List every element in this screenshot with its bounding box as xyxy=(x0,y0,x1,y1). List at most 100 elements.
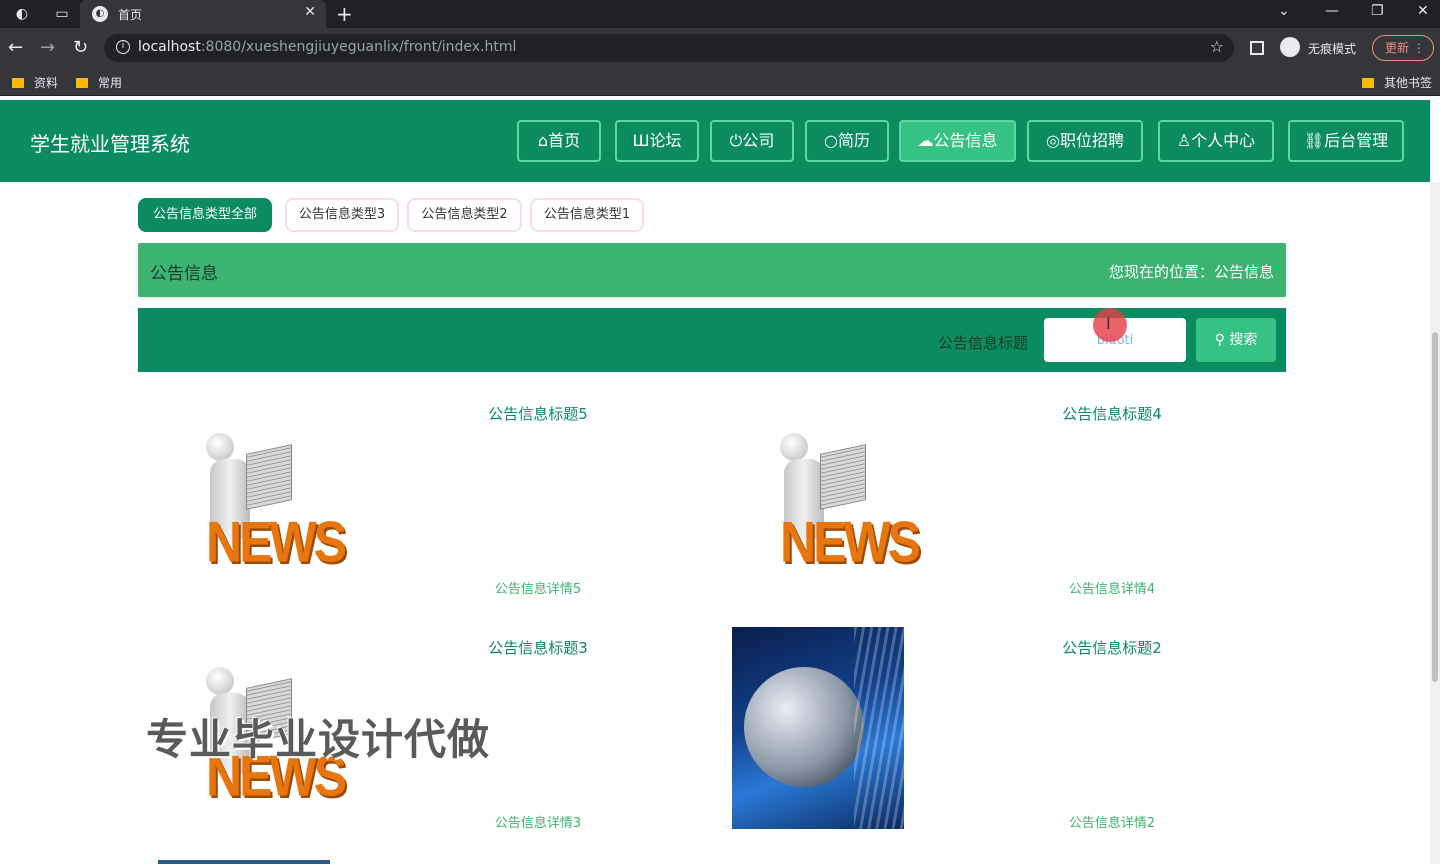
next-card-thumbnail-edge xyxy=(158,860,330,864)
nav-item[interactable]: ⌂首页 xyxy=(517,120,601,162)
link-icon: ⛓ xyxy=(1303,131,1325,150)
notice-title[interactable]: 公告信息标题4 xyxy=(992,403,1232,424)
nav-item[interactable]: ♙个人中心 xyxy=(1158,120,1274,162)
browser-toolbar: ← → ↻ i localhost:8080/xueshengjiuyeguan… xyxy=(0,28,1440,68)
reload-icon[interactable]: ↻ xyxy=(73,37,88,58)
nav-item[interactable]: ◎职位招聘 xyxy=(1027,120,1143,162)
nav-item[interactable]: ○简历 xyxy=(805,120,889,162)
section-title: 公告信息 xyxy=(150,264,218,284)
globe-icon[interactable]: ◐ xyxy=(12,4,32,24)
other-bookmarks-label: 其他书签 xyxy=(1384,76,1433,90)
close-icon[interactable]: ✕ xyxy=(304,4,316,20)
browser-tab[interactable]: ◐ 首页 ✕ xyxy=(80,0,326,28)
power-icon: ⏻ xyxy=(729,131,743,150)
bookmark-label: 常用 xyxy=(98,76,123,90)
nav-item-label: 后台管理 xyxy=(1324,131,1389,150)
bookmark-folder[interactable]: 常用 xyxy=(76,74,122,91)
newspaper-graphic xyxy=(820,444,866,510)
url-text: localhost:8080/xueshengjiuyeguanlix/fron… xyxy=(138,39,516,55)
page-scrollbar[interactable] xyxy=(1430,182,1440,864)
category-filter-button[interactable]: 公告信息类型3 xyxy=(285,198,399,232)
update-label: 更新 xyxy=(1385,41,1410,55)
user-icon: ♙ xyxy=(1176,131,1192,150)
incognito-icon xyxy=(1280,37,1300,57)
other-bookmarks[interactable]: 其他书签 xyxy=(1362,74,1432,91)
nav-item-label: 职位招聘 xyxy=(1059,131,1124,150)
notice-title[interactable]: 公告信息标题5 xyxy=(418,403,658,424)
figure-head xyxy=(206,667,234,695)
search-label: 公告信息标题 xyxy=(938,334,1029,352)
notice-thumbnail[interactable]: NEWS xyxy=(732,393,921,595)
notice-card[interactable]: 公告信息标题2 公告信息详情2 xyxy=(732,627,1306,847)
globe-icon: ◐ xyxy=(92,6,108,22)
nav-item[interactable]: ⛓后台管理 xyxy=(1288,120,1404,162)
category-filter-button[interactable]: 公告信息类型2 xyxy=(407,198,522,232)
figure-head xyxy=(780,433,808,461)
chevron-down-icon[interactable]: ⌄ xyxy=(1278,3,1290,19)
scrollbar-thumb[interactable] xyxy=(1432,332,1438,682)
news-logo-graphic: NEWS xyxy=(206,509,347,575)
category-filter-button[interactable]: 公告信息类型全部 xyxy=(138,198,272,232)
watermark-overlay: 专业毕业设计代做 xyxy=(146,715,491,764)
browser-tab-bar: ◐ ▭ ◐ 首页 ✕ + ⌄ — ❐ ✕ xyxy=(0,0,1440,28)
notice-thumbnail[interactable] xyxy=(732,627,904,829)
folder-icon xyxy=(1362,78,1374,88)
light-stripe xyxy=(854,627,904,829)
nav-item[interactable]: Ш论坛 xyxy=(615,120,699,162)
nav-item[interactable]: ⏻公司 xyxy=(710,120,794,162)
site-title: 学生就业管理系统 xyxy=(30,132,190,156)
nav-item-label: 简历 xyxy=(837,131,870,150)
notice-card[interactable]: NEWS 公告信息标题4 公告信息详情4 xyxy=(732,393,1306,613)
figure-head xyxy=(206,433,234,461)
nav-item[interactable]: ☁公告信息 xyxy=(899,120,1016,162)
forward-icon[interactable]: → xyxy=(40,37,55,58)
search-button[interactable]: ⚲ 搜索 xyxy=(1196,318,1276,362)
notice-detail: 公告信息详情2 xyxy=(1068,816,1156,831)
url-host: localhost xyxy=(138,39,201,55)
palette-icon: ◎ xyxy=(1046,131,1060,150)
notice-title[interactable]: 公告信息标题3 xyxy=(418,637,658,658)
update-button[interactable]: 更新 ⋮ xyxy=(1372,35,1434,61)
restore-icon[interactable]: ❐ xyxy=(1371,3,1384,19)
tab-title: 首页 xyxy=(118,8,143,22)
circle-icon: ○ xyxy=(824,131,838,150)
news-logo-graphic: NEWS xyxy=(780,509,921,575)
url-path: :8080/xueshengjiuyeguanlix/front/index.h… xyxy=(200,39,517,55)
cloud-icon: ☁ xyxy=(917,131,934,150)
notice-title[interactable]: 公告信息标题2 xyxy=(992,637,1232,658)
site-header: 学生就业管理系统 ⌂首页 Ш论坛 ⏻公司 ○简历 ☁公告信息 ◎职位招聘 ♙个人中心 ⛓后台管… xyxy=(0,100,1430,182)
tab-overview-icon[interactable]: ▭ xyxy=(52,4,72,24)
globe-graphic xyxy=(744,667,864,787)
back-icon[interactable]: ← xyxy=(8,37,23,58)
minimize-icon[interactable]: — xyxy=(1325,3,1339,19)
search-button-label: 搜索 xyxy=(1229,332,1258,348)
category-filter-button[interactable]: 公告信息类型1 xyxy=(530,198,644,232)
bookmark-folder[interactable]: 资料 xyxy=(12,74,58,91)
nav-item-label: 论坛 xyxy=(649,131,682,150)
nav-item-label: 公司 xyxy=(742,131,775,150)
bookmarks-bar: 资料 常用 其他书签 xyxy=(0,68,1440,96)
breadcrumb: 您现在的位置：公告信息 xyxy=(1108,263,1274,281)
section-title-bar: 公告信息 您现在的位置：公告信息 xyxy=(138,243,1286,297)
notice-detail: 公告信息详情3 xyxy=(494,816,582,831)
notice-thumbnail[interactable]: NEWS xyxy=(158,393,347,595)
info-icon[interactable]: i xyxy=(116,40,130,54)
mouse-cursor-indicator xyxy=(1093,308,1127,342)
address-bar[interactable]: i localhost:8080/xueshengjiuyeguanlix/fr… xyxy=(104,34,1234,62)
search-icon: ⚲ xyxy=(1214,332,1225,348)
nav-item-label: 公告信息 xyxy=(933,131,998,150)
notice-card[interactable]: NEWS 公告信息标题5 公告信息详情5 xyxy=(158,393,732,613)
home-icon: ⌂ xyxy=(537,131,549,150)
folder-icon xyxy=(76,78,88,88)
nav-item-label: 首页 xyxy=(548,131,581,150)
notice-detail: 公告信息详情5 xyxy=(494,582,582,597)
folder-icon xyxy=(12,78,24,88)
side-panel-icon[interactable] xyxy=(1250,41,1264,55)
incognito-label: 无痕模式 xyxy=(1308,42,1357,56)
close-window-icon[interactable]: ✕ xyxy=(1417,3,1429,19)
new-tab-icon[interactable]: + xyxy=(336,2,353,26)
nav-item-label: 个人中心 xyxy=(1191,131,1256,150)
newspaper-graphic xyxy=(246,444,292,510)
bookmark-star-icon[interactable]: ☆ xyxy=(1210,37,1224,56)
bookmark-label: 资料 xyxy=(34,76,59,90)
